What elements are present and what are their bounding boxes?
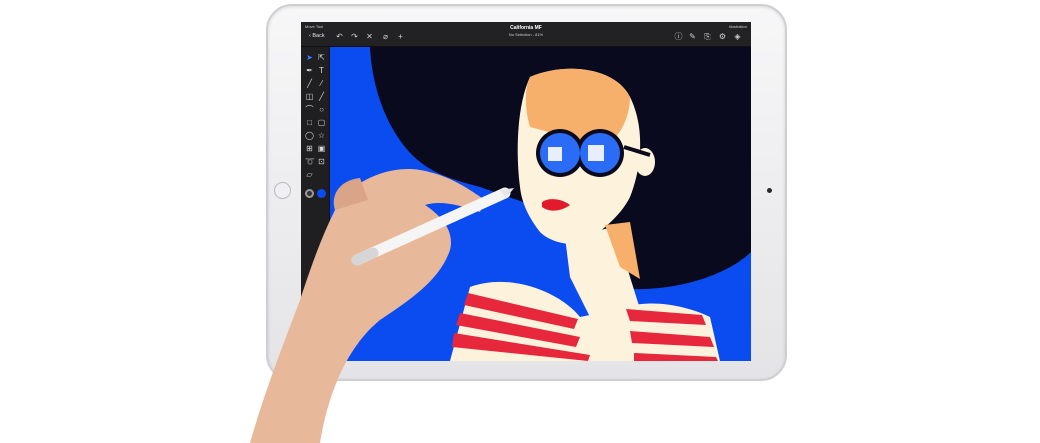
stroke-color-swatch[interactable] — [305, 189, 314, 198]
app-screen: Move Tool ‹ Back ↶ ↷ ✕ ⌀ + California MF… — [301, 22, 751, 361]
rounded-rect-tool-icon[interactable]: ▢ — [317, 118, 326, 127]
eraser-tool-icon[interactable]: ◫ — [305, 92, 314, 101]
selection-status: No Selection - 81% — [508, 32, 544, 37]
info-icon[interactable]: ⓘ — [674, 32, 683, 41]
image-tool-icon[interactable]: ▣ — [317, 144, 326, 153]
arc-tool-icon[interactable]: ⌒ — [305, 105, 314, 114]
fill-color-swatch[interactable] — [317, 189, 326, 198]
layers-icon[interactable]: ◈ — [733, 32, 742, 41]
brush-tool-icon[interactable]: ╱ — [305, 79, 314, 88]
line-tool-icon[interactable]: ╱ — [317, 92, 326, 101]
home-button[interactable] — [274, 182, 291, 199]
illustration-artwork — [370, 47, 751, 361]
app-name-label: illustration — [728, 24, 747, 29]
front-camera — [767, 188, 772, 193]
top-bar: Move Tool ‹ Back ↶ ↷ ✕ ⌀ + California MF… — [301, 22, 751, 47]
right-lens-building — [588, 145, 604, 161]
circle-tool-icon[interactable]: ◯ — [305, 131, 314, 140]
drawing-canvas[interactable] — [330, 47, 751, 361]
settings-icon[interactable]: ⚙ — [718, 32, 727, 41]
eyedropper-tool-icon[interactable]: ⁄ — [317, 79, 326, 88]
frame-tool-icon[interactable]: ⊡ — [317, 157, 326, 166]
tool-palette: ➤ ⇱ ✒ T ╱ ⁄ ◫ ╱ ⌒ ○ □ ▢ ◯ ☆ ⊞ ▣ ➰ ⊡ ▱ — [301, 47, 330, 361]
grid-tool-icon[interactable]: ⊞ — [305, 144, 314, 153]
left-lens-building — [548, 147, 562, 161]
ruler-icon[interactable]: ✎ — [688, 32, 697, 41]
selection-tool-icon[interactable]: ➤ — [305, 53, 314, 62]
lasso-tool-icon[interactable]: ➰ — [305, 157, 315, 166]
rectangle-tool-icon[interactable]: □ — [305, 118, 314, 127]
type-tool-icon[interactable]: T — [317, 66, 326, 75]
transform-tool-icon[interactable]: ▱ — [305, 170, 314, 179]
star-tool-icon[interactable]: ☆ — [317, 131, 326, 140]
pen-tool-icon[interactable]: ✒ — [305, 66, 314, 75]
document-title: California MF — [510, 25, 542, 31]
direct-selection-tool-icon[interactable]: ⇱ — [317, 53, 326, 62]
ellipse-tool-icon[interactable]: ○ — [317, 105, 326, 114]
export-icon[interactable]: ⎘ — [703, 32, 712, 41]
